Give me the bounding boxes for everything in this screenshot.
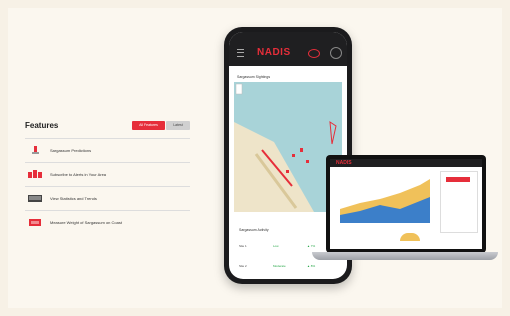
- tab-latest[interactable]: Latest: [166, 121, 190, 130]
- laptop-device: NADIS: [326, 155, 486, 253]
- divider: [25, 138, 190, 139]
- app-logo: NADIS: [336, 160, 352, 166]
- divider: [25, 162, 190, 163]
- tab-all-features[interactable]: All Features: [132, 121, 165, 130]
- laptop-base: [312, 252, 498, 260]
- alerts-icon: [28, 170, 42, 178]
- feature-item[interactable]: Subscribe to Alerts in Your Area: [25, 166, 190, 184]
- dashboard-chart: [336, 175, 434, 227]
- laptop-app-header: NADIS: [330, 159, 482, 167]
- weight-icon: [29, 219, 41, 226]
- phone-app-header: NADIS: [229, 32, 347, 66]
- status-value: Moderate: [273, 264, 286, 268]
- site-label: Site 2: [239, 264, 247, 268]
- change-value: ▲ 7%: [307, 244, 316, 248]
- feature-item[interactable]: Sargassum Predictions: [25, 142, 190, 160]
- feature-label: Sargassum Predictions: [50, 148, 92, 153]
- eye-icon: [308, 49, 320, 58]
- laptop-screen: NADIS: [330, 159, 482, 249]
- activity-title: Sargassum Activity: [239, 228, 269, 232]
- feature-item[interactable]: Measure Weight of Sargassum on Coast: [25, 214, 190, 232]
- status-value: Low: [273, 244, 279, 248]
- calendar-button: [446, 177, 470, 182]
- site-label: Site 1: [239, 244, 247, 248]
- divider: [25, 210, 190, 211]
- predictions-icon: [32, 146, 39, 154]
- map-title: Sargassum Sightings: [237, 75, 271, 79]
- app-logo: NADIS: [257, 47, 291, 58]
- profile-icon[interactable]: [330, 47, 342, 59]
- feature-label: View Statistics and Trends: [50, 196, 97, 201]
- features-panel: Features All Features Latest Sargassum P…: [22, 112, 198, 240]
- divider: [25, 186, 190, 187]
- feature-label: Measure Weight of Sargassum on Coast: [50, 220, 122, 225]
- feature-label: Subscribe to Alerts in Your Area: [50, 172, 107, 177]
- menu-icon[interactable]: [237, 49, 244, 57]
- gauge: [400, 233, 420, 241]
- features-heading: Features: [25, 121, 59, 130]
- statistics-icon: [28, 195, 42, 202]
- feature-item[interactable]: View Statistics and Trends: [25, 190, 190, 208]
- change-value: ▲ 8%: [307, 264, 316, 268]
